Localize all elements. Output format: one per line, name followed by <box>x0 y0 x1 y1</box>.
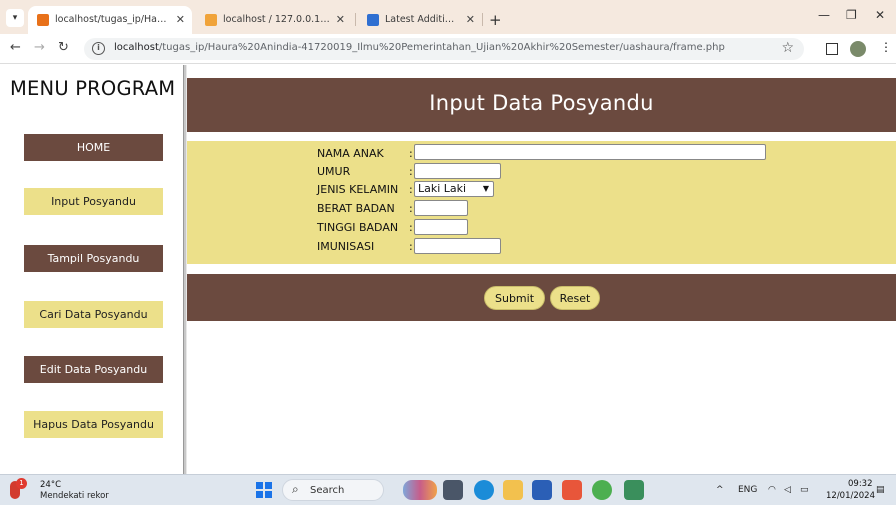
colon: : <box>409 147 413 160</box>
imunisasi-label: IMUNISASI <box>317 240 375 253</box>
umur-input[interactable] <box>414 163 501 179</box>
taskbar-search-box[interactable]: ⌕ Search <box>282 479 384 501</box>
form-actions: Submit Reset <box>187 274 896 321</box>
berat-badan-input[interactable] <box>414 200 468 216</box>
edge-browser-icon[interactable] <box>474 480 494 500</box>
kebab-menu-icon[interactable]: ⋮ <box>880 40 892 54</box>
posyandu-form: NAMA ANAK : UMUR : JENIS KELAMIN : Laki … <box>187 141 896 264</box>
xampp-icon[interactable] <box>562 480 582 500</box>
clock-time[interactable]: 09:32 <box>848 479 873 489</box>
task-view-icon[interactable] <box>443 480 463 500</box>
windows-start-icon[interactable] <box>256 482 272 498</box>
tab-separator <box>482 13 483 26</box>
file-explorer-icon[interactable] <box>503 480 523 500</box>
search-label: Search <box>310 485 345 496</box>
clock-date[interactable]: 12/01/2024 <box>826 491 875 501</box>
tab-phpmyadmin[interactable]: localhost / 127.0.0.1 / ip / perce ✕ <box>196 6 352 34</box>
tab-title: Latest Additions to Repository <box>385 14 460 25</box>
address-bar[interactable]: i localhost/tugas_ip/Haura%20Anindia-417… <box>84 38 804 60</box>
menu-hapus-data-button[interactable]: Hapus Data Posyandu <box>24 411 163 438</box>
colon: : <box>409 165 413 178</box>
submit-button[interactable]: Submit <box>484 286 545 310</box>
menu-edit-data-button[interactable]: Edit Data Posyandu <box>24 356 163 383</box>
tab-title: localhost/tugas_ip/Haura Anind <box>55 14 170 25</box>
notification-icon[interactable]: ▤ <box>876 485 885 495</box>
forward-icon[interactable]: → <box>34 40 45 55</box>
berat-badan-label: BERAT BADAN <box>317 202 395 215</box>
menu-input-posyandu-button[interactable]: Input Posyandu <box>24 188 163 215</box>
close-window-icon[interactable]: ✕ <box>875 8 885 22</box>
new-tab-button[interactable]: + <box>489 6 502 34</box>
weather-temperature[interactable]: 24°C <box>40 480 61 490</box>
colon: : <box>409 240 413 253</box>
wifi-icon[interactable]: ◠ <box>768 485 776 495</box>
jenis-kelamin-select[interactable]: Laki Laki ▼ <box>414 181 494 197</box>
web-page: MENU PROGRAM HOME Input Posyandu Tampil … <box>0 65 896 474</box>
browser-toolbar: ← → ↻ i localhost/tugas_ip/Haura%20Anind… <box>0 34 896 64</box>
chevron-down-icon: ▼ <box>482 184 489 193</box>
tab-close-icon[interactable]: ✕ <box>176 6 185 34</box>
colon: : <box>409 202 413 215</box>
restore-icon[interactable]: ❐ <box>846 8 857 22</box>
sidepanel-icon[interactable] <box>826 43 838 55</box>
tab-separator <box>355 13 356 26</box>
tab-haura[interactable]: localhost/tugas_ip/Haura Anind ✕ <box>28 6 192 34</box>
battery-icon[interactable]: ▭ <box>800 485 809 495</box>
url-path: /tugas_ip/Haura%20Anindia-41720019_Ilmu%… <box>158 42 725 53</box>
language-indicator[interactable]: ENG <box>738 485 757 495</box>
reset-button[interactable]: Reset <box>550 286 600 310</box>
menu-tampil-posyandu-button[interactable]: Tampil Posyandu <box>24 245 163 272</box>
nama-anak-label: NAMA ANAK <box>317 147 384 160</box>
colon: : <box>409 221 413 234</box>
profile-avatar-icon[interactable] <box>850 41 866 57</box>
bookmark-star-icon[interactable]: ☆ <box>781 40 794 56</box>
tab-close-icon[interactable]: ✕ <box>466 6 475 34</box>
chrome-icon[interactable] <box>592 480 612 500</box>
menu-title: MENU PROGRAM <box>10 77 176 100</box>
menu-cari-data-button[interactable]: Cari Data Posyandu <box>24 301 163 328</box>
site-info-icon[interactable]: i <box>92 42 105 55</box>
search-icon: ⌕ <box>292 482 299 496</box>
page-title: Input Data Posyandu <box>429 91 654 115</box>
weather-description[interactable]: Mendekati rekor <box>40 491 109 501</box>
xampp-favicon-icon <box>37 14 49 26</box>
chevron-up-icon[interactable]: ^ <box>716 485 724 495</box>
url-host: localhost <box>114 42 159 53</box>
jenis-kelamin-label: JENIS KELAMIN <box>317 183 399 196</box>
jenis-kelamin-value: Laki Laki <box>418 182 467 195</box>
page-header: Input Data Posyandu <box>187 78 896 132</box>
tab-close-icon[interactable]: ✕ <box>336 6 345 34</box>
word-icon[interactable] <box>532 480 552 500</box>
minimize-icon[interactable]: — <box>818 8 830 22</box>
notepad-icon[interactable] <box>624 480 644 500</box>
imunisasi-input[interactable] <box>414 238 501 254</box>
phpmyadmin-favicon-icon <box>205 14 217 26</box>
tinggi-badan-input[interactable] <box>414 219 468 235</box>
windows-taskbar: 1 24°C Mendekati rekor ⌕ Search ^ ENG ◠ … <box>0 474 896 505</box>
nama-anak-input[interactable] <box>414 144 766 160</box>
volume-icon[interactable]: ◁ <box>784 485 791 495</box>
menu-frame: MENU PROGRAM HOME Input Posyandu Tampil … <box>0 65 183 474</box>
tinggi-badan-label: TINGGI BADAN <box>317 221 399 234</box>
back-icon[interactable]: ← <box>10 40 21 55</box>
browser-tab-strip: ▾ localhost/tugas_ip/Haura Anind ✕ local… <box>0 0 896 34</box>
tab-search-dropdown-icon[interactable]: ▾ <box>6 9 24 27</box>
widgets-icon[interactable] <box>403 480 437 500</box>
menu-home-button[interactable]: HOME <box>24 134 163 161</box>
url-text[interactable]: localhost/tugas_ip/Haura%20Anindia-41720… <box>114 42 725 53</box>
weather-alert-badge: 1 <box>16 478 27 489</box>
tab-repository[interactable]: Latest Additions to Repository ✕ <box>358 6 482 34</box>
document-favicon-icon <box>367 14 379 26</box>
tab-title: localhost / 127.0.0.1 / ip / perce <box>223 14 330 25</box>
umur-label: UMUR <box>317 165 351 178</box>
content-frame: Input Data Posyandu NAMA ANAK : UMUR : J… <box>187 65 896 474</box>
colon: : <box>409 183 413 196</box>
reload-icon[interactable]: ↻ <box>58 40 69 55</box>
